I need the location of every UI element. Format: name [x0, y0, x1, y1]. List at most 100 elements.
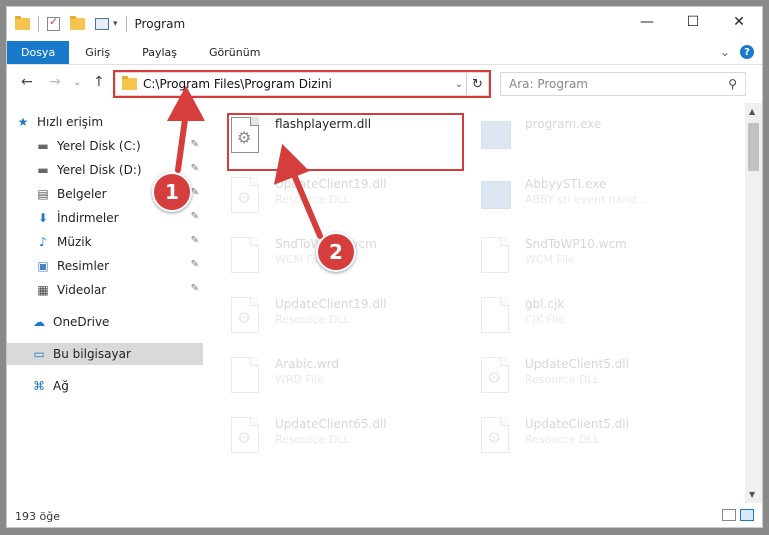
quick-access-toolbar: ▾ [7, 15, 131, 32]
pin-icon[interactable]: ✎ [191, 163, 199, 174]
generic-file-icon [481, 237, 511, 277]
step-1-callout: 1 [152, 172, 192, 212]
pin-icon[interactable]: ✎ [191, 283, 199, 294]
file-item[interactable]: gbl.cjk CJK File [457, 291, 697, 347]
pin-icon[interactable]: ✎ [191, 211, 199, 222]
details-view-icon[interactable] [722, 509, 736, 521]
address-folder-icon [122, 76, 137, 90]
close-button[interactable]: ✕ [716, 7, 762, 37]
new-folder-icon[interactable] [70, 16, 85, 30]
sidebar-item-this-pc[interactable]: ▭ Bu bilgisayar [7, 343, 203, 365]
sidebar-item-label: Videolar [57, 283, 107, 297]
search-box[interactable]: Ara: Program ⚲ [500, 72, 746, 96]
step-2-callout: 2 [316, 232, 356, 272]
drive-icon: ▬ [37, 163, 49, 177]
network-icon: ⌘ [33, 379, 45, 393]
sidebar-item-label: Resimler [57, 259, 110, 273]
file-item[interactable]: ⚙ UpdateClient65.dll Resource DLL [207, 411, 447, 467]
generic-file-icon [481, 297, 511, 337]
sidebar-item-music[interactable]: ♪ Müzik ✎ [7, 231, 203, 253]
help-icon[interactable]: ? [740, 45, 754, 59]
scroll-up-icon[interactable]: ▲ [749, 107, 755, 116]
properties-check-icon[interactable] [47, 15, 60, 31]
vertical-scrollbar[interactable]: ▲ ▼ [745, 103, 762, 503]
ribbon-expand-chevron-icon[interactable]: ⌄ [720, 45, 730, 59]
dll-file-icon: ⚙ [231, 177, 261, 217]
sidebar-item-label: Belgeler [57, 187, 107, 201]
star-icon: ★ [17, 115, 29, 129]
sidebar-item-network[interactable]: ⌘ Ağ [7, 375, 203, 397]
toolbar-separator [125, 16, 127, 32]
file-name: gbl.cjk [525, 297, 565, 311]
file-name: UpdateClient5.dll [525, 417, 629, 431]
cloud-icon: ☁ [33, 315, 45, 329]
scrollbar-thumb[interactable] [748, 123, 759, 171]
file-item[interactable]: ⚙ UpdateClient19.dll Resource DLL [207, 291, 447, 347]
sidebar-item-label: Yerel Disk (D:) [57, 163, 142, 177]
refresh-button[interactable]: ↻ [466, 73, 488, 95]
tab-gorunum[interactable]: Görünüm [193, 41, 276, 64]
computer-icon: ▭ [33, 347, 45, 361]
sidebar-item-label: Ağ [53, 379, 69, 393]
file-item[interactable]: ⚙ UpdateClient19.dll Resource DLL [207, 171, 447, 227]
dll-file-icon: ⚙ [231, 297, 261, 337]
pin-icon[interactable]: ✎ [191, 139, 199, 150]
tab-paylas[interactable]: Paylaş [126, 41, 193, 64]
search-placeholder[interactable]: Ara: Program [509, 77, 588, 91]
generic-file-icon [231, 237, 261, 277]
file-type: CJK File [525, 313, 566, 326]
ribbon-right: ⌄ ? [720, 45, 754, 59]
file-item[interactable]: AbbyySTI.exe ABBY sti event hand... [457, 171, 697, 227]
address-dropdown-icon[interactable]: ⌄ [452, 79, 466, 90]
file-name: Arabic.wrd [275, 357, 340, 371]
recent-locations-button[interactable]: ⌄ [73, 77, 81, 88]
forward-button[interactable]: → [49, 74, 61, 90]
address-bar[interactable]: C:\Program Files\Program Dizini ⌄ ↻ [115, 72, 489, 96]
tab-dosya[interactable]: Dosya [7, 41, 70, 64]
file-item[interactable]: SndToWP10.wcm WCM File [457, 231, 697, 287]
exe-file-icon [481, 117, 511, 157]
up-button[interactable]: ↑ [93, 74, 105, 90]
sidebar-item-label: Bu bilgisayar [53, 347, 131, 361]
tab-giris[interactable]: Giriş [69, 41, 126, 64]
sidebar-item-quick-access[interactable]: ★ Hızlı erişim [15, 111, 211, 133]
file-type: Resource DLL [525, 433, 600, 446]
file-item[interactable]: program.exe [457, 111, 697, 167]
file-item[interactable]: ⚙ UpdateClient5.dll Resource DLL [457, 411, 697, 467]
sidebar-item-label: Hızlı erişim [37, 115, 104, 129]
back-button[interactable]: ← [21, 74, 33, 90]
file-type: Resource DLL [275, 313, 350, 326]
address-path[interactable]: C:\Program Files\Program Dizini [143, 77, 452, 91]
file-name: AbbyySTI.exe [525, 177, 607, 191]
sidebar-item-videos[interactable]: ▦ Videolar ✎ [7, 279, 203, 301]
navigation-row: ← → ⌄ ↑ C:\Program Files\Program Dizini … [7, 67, 762, 99]
sidebar-item-label: İndirmeler [57, 211, 119, 225]
pin-icon[interactable]: ✎ [191, 235, 199, 246]
file-list: ⚙ flashplayerm.dll program.exe ⚙ UpdateC… [207, 103, 740, 503]
tiles-view-icon[interactable] [740, 509, 754, 521]
sidebar-item-label: Yerel Disk (C:) [57, 139, 141, 153]
file-type: Resource DLL [275, 193, 350, 206]
sidebar-item-onedrive[interactable]: ☁ OneDrive [7, 311, 203, 333]
file-name: SndToWP10.wcm [525, 237, 627, 251]
file-item[interactable]: ⚙ UpdateClient5.dll Resource DLL [457, 351, 697, 407]
view-buttons [722, 509, 754, 521]
dll-file-icon: ⚙ [481, 417, 511, 457]
file-type: Resource DLL [275, 433, 350, 446]
sidebar-item-disk-c[interactable]: ▬ Yerel Disk (C:) ✎ [7, 135, 203, 157]
toolbar-dropdown-icon[interactable]: ▾ [113, 19, 118, 29]
file-item[interactable]: ⚙ flashplayerm.dll [207, 111, 447, 167]
file-name: UpdateClient65.dll [275, 417, 387, 431]
file-type: ABBY sti event hand... [525, 193, 647, 206]
scroll-down-icon[interactable]: ▼ [749, 490, 755, 499]
file-name: UpdateClient19.dll [275, 177, 387, 191]
sidebar-item-pictures[interactable]: ▣ Resimler ✎ [7, 255, 203, 277]
pin-icon[interactable]: ✎ [191, 259, 199, 270]
search-icon[interactable]: ⚲ [728, 77, 737, 91]
file-item[interactable]: Arabic.wrd WRD File [207, 351, 447, 407]
minimize-button[interactable]: — [624, 7, 670, 37]
customize-toolbar-icon[interactable] [95, 18, 109, 30]
maximize-button[interactable]: ☐ [670, 7, 716, 37]
file-name: UpdateClient5.dll [525, 357, 629, 371]
pictures-icon: ▣ [37, 259, 49, 273]
